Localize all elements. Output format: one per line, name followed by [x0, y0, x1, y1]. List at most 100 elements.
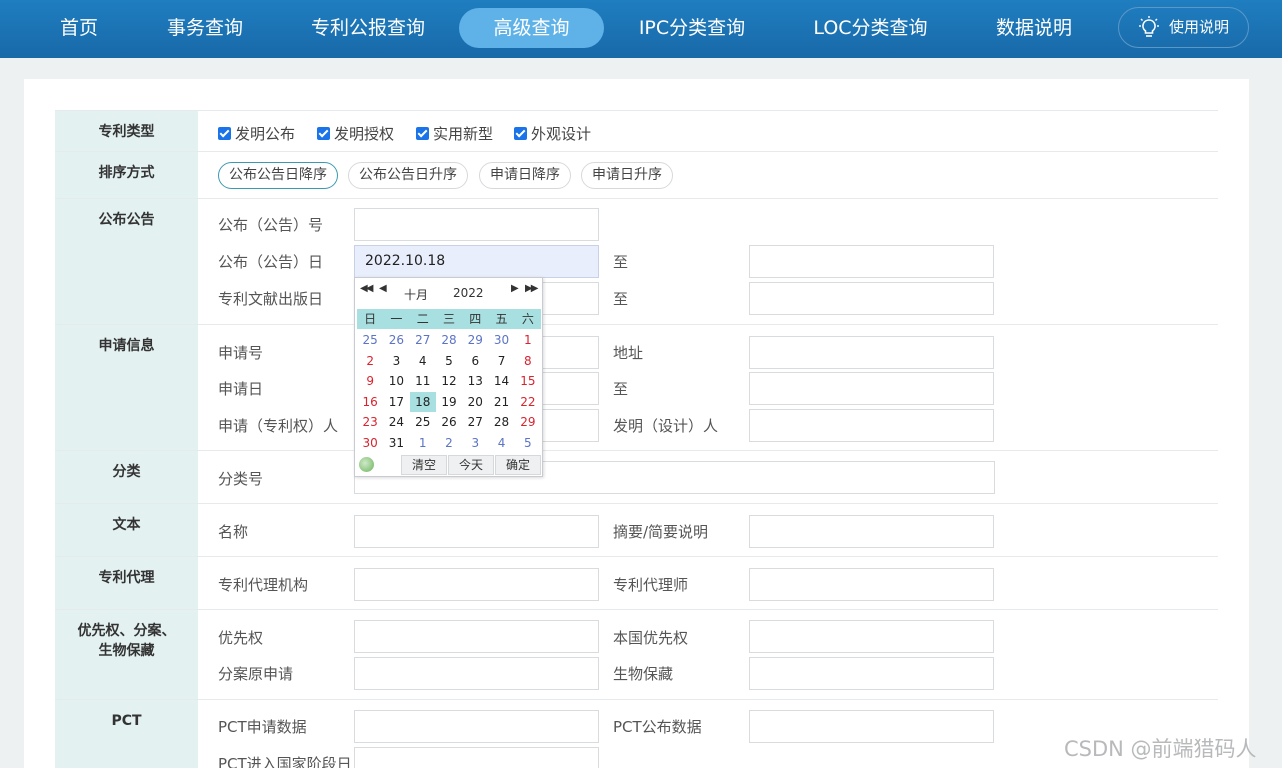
- prev-year-icon[interactable]: ◀◀: [360, 283, 373, 294]
- priority-input[interactable]: [354, 620, 599, 653]
- date-picker-year[interactable]: 2022: [453, 286, 484, 300]
- nav-ipc-query[interactable]: IPC分类查询: [622, 8, 762, 48]
- date-picker-month[interactable]: 十月: [404, 286, 428, 303]
- next-year-icon[interactable]: ▶▶: [525, 283, 538, 294]
- calendar-day[interactable]: 19: [436, 392, 462, 413]
- weekday-label: 三: [442, 312, 455, 326]
- calendar-day[interactable]: 15: [515, 371, 541, 392]
- section-label: 申请信息: [55, 325, 198, 450]
- agency-input[interactable]: [354, 568, 599, 601]
- calendar-day[interactable]: 1: [515, 330, 541, 351]
- prev-month-icon[interactable]: ◀: [379, 283, 387, 294]
- checkbox-utility-model[interactable]: 实用新型: [416, 123, 493, 144]
- address-input[interactable]: [749, 336, 994, 369]
- calendar-day[interactable]: 29: [515, 412, 541, 433]
- calendar-day[interactable]: 30: [488, 330, 514, 351]
- calendar-day[interactable]: 4: [488, 433, 514, 454]
- sort-app-date-asc[interactable]: 申请日升序: [581, 162, 673, 189]
- calendar-day[interactable]: 7: [488, 351, 514, 372]
- calendar-day[interactable]: 1: [410, 433, 436, 454]
- division-input[interactable]: [354, 657, 599, 690]
- label-bio-deposit: 生物保藏: [613, 665, 674, 683]
- abstract-input[interactable]: [749, 515, 994, 548]
- calendar-day[interactable]: 11: [410, 371, 436, 392]
- calendar-day[interactable]: 10: [383, 371, 409, 392]
- calendar-day[interactable]: 9: [357, 371, 383, 392]
- sort-pub-date-desc[interactable]: 公布公告日降序: [218, 162, 338, 189]
- pub-no-input[interactable]: [354, 208, 599, 241]
- calendar-day[interactable]: 24: [383, 412, 409, 433]
- nav-loc-query[interactable]: LOC分类查询: [798, 8, 943, 48]
- calendar-day[interactable]: 26: [383, 330, 409, 351]
- calendar-day[interactable]: 26: [436, 412, 462, 433]
- calendar-day[interactable]: 25: [410, 412, 436, 433]
- inventor-input[interactable]: [749, 409, 994, 442]
- calendar-day[interactable]: 28: [436, 330, 462, 351]
- domestic-priority-input[interactable]: [749, 620, 994, 653]
- calendar-day[interactable]: 28: [488, 412, 514, 433]
- section-label: PCT: [55, 700, 198, 768]
- pct-entry-input[interactable]: [354, 747, 599, 768]
- agent-input[interactable]: [749, 568, 994, 601]
- calendar-day[interactable]: 4: [410, 351, 436, 372]
- confirm-button[interactable]: 确定: [495, 455, 541, 475]
- calendar-day[interactable]: 29: [462, 330, 488, 351]
- calendar-day[interactable]: 5: [436, 351, 462, 372]
- lightbulb-icon: [1139, 16, 1159, 37]
- calendar-day[interactable]: 2: [436, 433, 462, 454]
- calendar-day[interactable]: 6: [462, 351, 488, 372]
- calendar-day[interactable]: 13: [462, 371, 488, 392]
- sort-pub-date-asc[interactable]: 公布公告日升序: [348, 162, 468, 189]
- nav-gazette-query[interactable]: 专利公报查询: [296, 8, 440, 48]
- checkbox-invention-grant[interactable]: 发明授权: [317, 123, 394, 144]
- calendar-day[interactable]: 25: [357, 330, 383, 351]
- calendar-day[interactable]: 2: [357, 351, 383, 372]
- checkbox-checked-icon: [218, 127, 231, 140]
- next-month-icon[interactable]: ▶: [511, 283, 519, 294]
- section-pct: PCT PCT申请数据 PCT公布数据 PCT进入国家阶段日: [55, 699, 1218, 768]
- calendar-day[interactable]: 3: [383, 351, 409, 372]
- calendar-day[interactable]: 23: [357, 412, 383, 433]
- nav-advanced-query[interactable]: 高级查询: [459, 8, 604, 48]
- doc-date-end-input[interactable]: [749, 282, 994, 315]
- calendar-day[interactable]: 18: [409, 391, 436, 412]
- app-date-end-input[interactable]: [749, 372, 994, 405]
- calendar-day[interactable]: 20: [462, 392, 488, 413]
- calendar-day[interactable]: 3: [462, 433, 488, 454]
- pct-pub-input[interactable]: [749, 710, 994, 743]
- today-button[interactable]: 今天: [448, 455, 494, 475]
- help-button-label: 使用说明: [1169, 18, 1230, 36]
- section-label: 排序方式: [55, 152, 198, 198]
- clear-button[interactable]: 清空: [401, 455, 447, 475]
- checkbox-design[interactable]: 外观设计: [514, 123, 591, 144]
- calendar-day[interactable]: 31: [383, 433, 409, 454]
- checkbox-checked-icon: [514, 127, 527, 140]
- checkbox-invention-publication[interactable]: 发明公布: [218, 123, 295, 144]
- date-picker-footer: 清空 今天 确定: [357, 455, 541, 475]
- pct-app-input[interactable]: [354, 710, 599, 743]
- calendar-day[interactable]: 14: [488, 371, 514, 392]
- sort-app-date-desc[interactable]: 申请日降序: [479, 162, 571, 189]
- help-button[interactable]: 使用说明: [1118, 7, 1249, 48]
- label-abstract: 摘要/简要说明: [613, 523, 709, 541]
- calendar-day[interactable]: 8: [515, 351, 541, 372]
- nav-affairs-query[interactable]: 事务查询: [150, 8, 260, 48]
- label-name: 名称: [218, 523, 249, 541]
- name-input[interactable]: [354, 515, 599, 548]
- nav-home[interactable]: 首页: [44, 8, 114, 48]
- label-to: 至: [613, 290, 629, 308]
- calendar-day[interactable]: 5: [515, 433, 541, 454]
- calendar-day[interactable]: 22: [515, 392, 541, 413]
- calendar-day[interactable]: 17: [383, 392, 409, 413]
- clock-icon[interactable]: [359, 457, 374, 472]
- nav-data-description[interactable]: 数据说明: [980, 8, 1088, 48]
- calendar-day[interactable]: 12: [436, 371, 462, 392]
- pub-date-start-input[interactable]: 2022.10.18: [354, 245, 599, 278]
- calendar-day[interactable]: 27: [410, 330, 436, 351]
- calendar-day[interactable]: 21: [488, 392, 514, 413]
- calendar-day[interactable]: 16: [357, 392, 383, 413]
- bio-deposit-input[interactable]: [749, 657, 994, 690]
- calendar-day[interactable]: 30: [357, 433, 383, 454]
- calendar-day[interactable]: 27: [462, 412, 488, 433]
- pub-date-end-input[interactable]: [749, 245, 994, 278]
